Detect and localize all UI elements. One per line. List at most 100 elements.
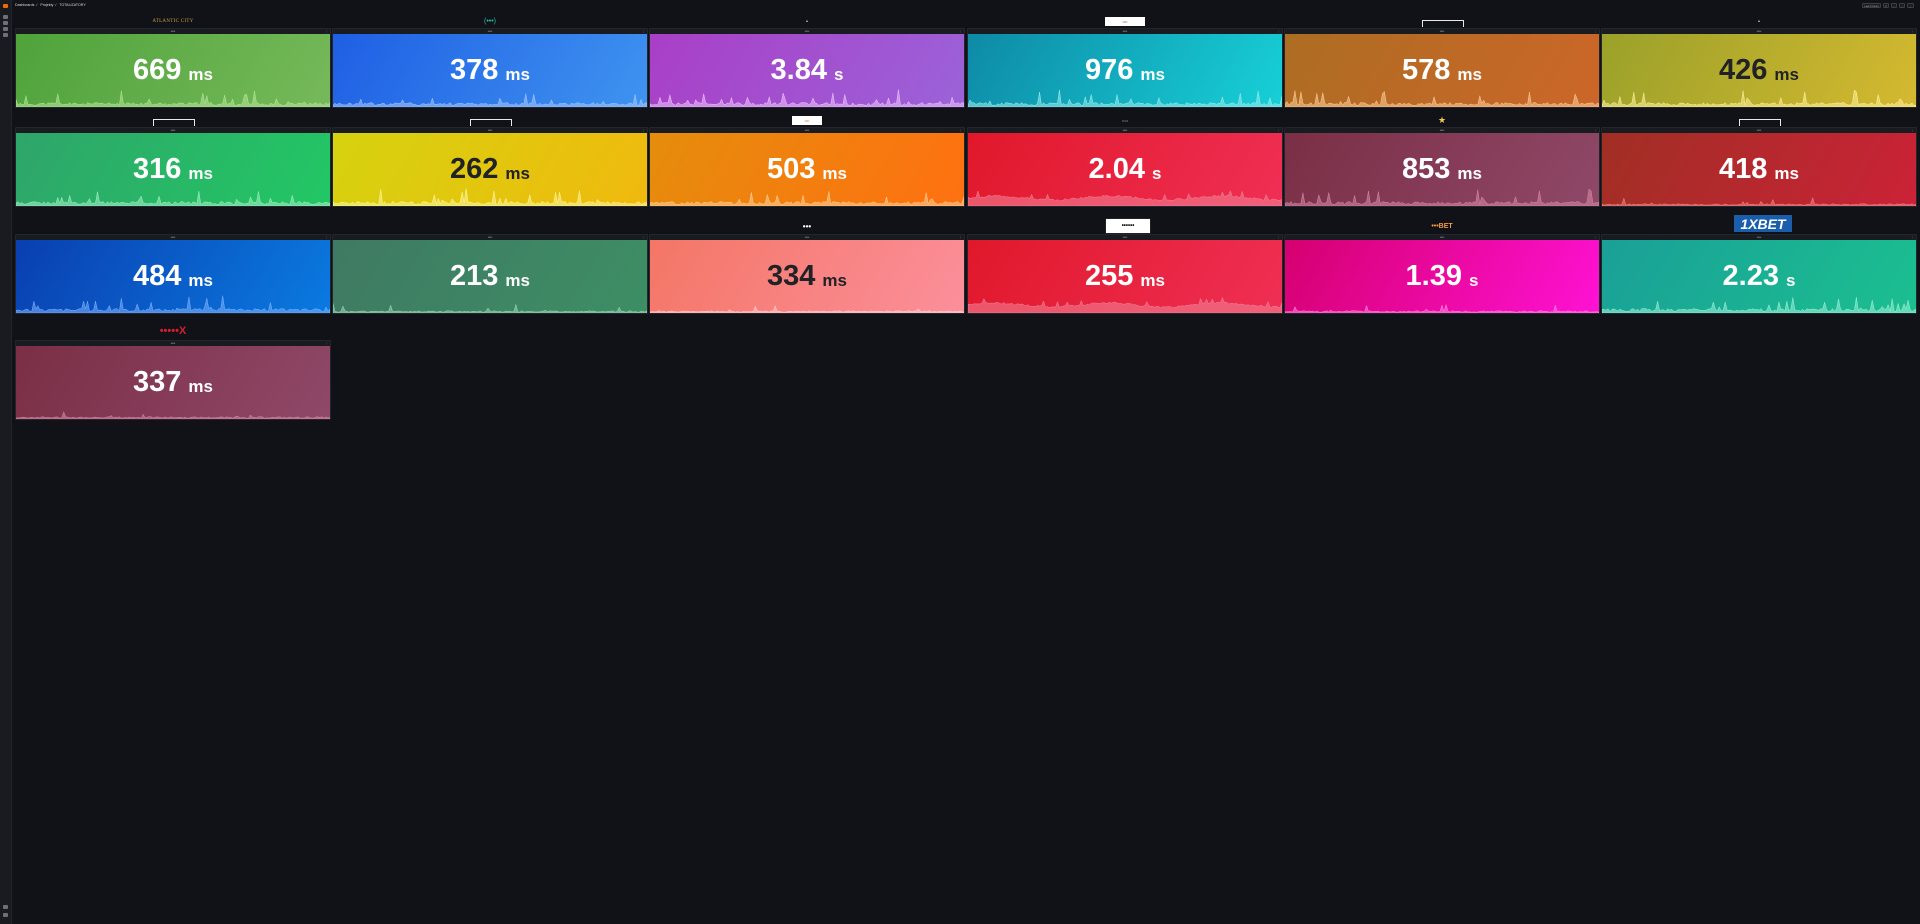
panel-menu-icon[interactable]: ⋮ (1594, 129, 1597, 132)
user-avatar[interactable] (3, 913, 8, 917)
stat-unit: ms (505, 270, 530, 290)
stat-value-group: 3.84 s (650, 34, 964, 107)
panel-menu-icon[interactable]: ⋮ (642, 129, 645, 132)
panel-body: 316 ms (16, 133, 330, 206)
panel-menu-icon[interactable]: ⋮ (325, 342, 328, 345)
brand-logo: ••••• (1121, 118, 1129, 123)
panel-menu-icon[interactable]: ⋮ (325, 30, 328, 33)
help-icon[interactable] (3, 905, 8, 909)
panel-menu-icon[interactable]: ⋮ (1594, 236, 1597, 239)
brand-logo (475, 223, 505, 232)
tv-mode-button[interactable]: ⬚ (1898, 3, 1906, 8)
brand-logo (1422, 20, 1464, 27)
stat-panel[interactable]: ••••• ⋮ 255 ms (967, 234, 1283, 314)
stat-panel[interactable]: ••••• ⋮ 503 ms (649, 127, 965, 207)
panel-menu-icon[interactable]: ⋮ (1594, 30, 1597, 33)
panel-menu-icon[interactable]: ⋮ (1277, 129, 1280, 132)
stat-panel[interactable]: ••••• ⋮ 2.04 s (967, 127, 1283, 207)
stat-unit: ms (822, 270, 847, 290)
brand-logo: ••• (802, 221, 812, 231)
stat-panel[interactable]: ••••• ⋮ 426 ms (1601, 28, 1917, 108)
dashboards-icon[interactable] (3, 27, 8, 31)
panel-menu-icon[interactable]: ⋮ (959, 129, 962, 132)
panel-menu-icon[interactable]: ⋮ (325, 236, 328, 239)
stat-value-group: 262 ms (333, 133, 647, 206)
brand-logo (470, 119, 512, 126)
stat-unit: s (833, 64, 844, 84)
panel-menu-icon[interactable]: ⋮ (1911, 30, 1914, 33)
starred-icon[interactable] (3, 21, 8, 25)
stat-unit: ms (505, 64, 530, 84)
stat-value: 255 (1085, 260, 1134, 292)
stat-value: 426 (1719, 54, 1768, 86)
brand-logo: •••• (1105, 17, 1145, 26)
stat-panel[interactable]: ••••• ⋮ 316 ms (15, 127, 331, 207)
panel-body: 2.04 s (968, 133, 1282, 206)
stat-value-group: 1.39 s (1285, 240, 1599, 313)
zoom-out-button[interactable]: − (1890, 3, 1897, 8)
panel-body: 1.39 s (1285, 240, 1599, 313)
panel-body: 2.23 s (1602, 240, 1916, 313)
panel-menu-icon[interactable]: ⋮ (1911, 129, 1914, 132)
panel-menu-icon[interactable]: ⋮ (325, 129, 328, 132)
stat-panel[interactable]: ••••• ⋮ 578 ms (1284, 28, 1600, 108)
breadcrumb-root[interactable]: Dashboards (15, 3, 34, 7)
stat-value-group: 503 ms (650, 133, 964, 206)
panel-body: 255 ms (968, 240, 1282, 313)
panel-body: 578 ms (1285, 34, 1599, 107)
stat-panel[interactable]: ••••• ⋮ 418 ms (1601, 127, 1917, 207)
panel-menu-icon[interactable]: ⋮ (959, 236, 962, 239)
panel-menu-icon[interactable]: ⋮ (642, 236, 645, 239)
stat-value-group: 484 ms (16, 240, 330, 313)
panel-menu-icon[interactable]: ⋮ (1277, 30, 1280, 33)
stat-unit: ms (1774, 64, 1799, 84)
panel-body: 418 ms (1602, 133, 1916, 206)
stat-value-group: 976 ms (968, 34, 1282, 107)
stat-value-group: 2.23 s (1602, 240, 1916, 313)
stat-value: 669 (133, 54, 182, 86)
explore-icon[interactable] (3, 33, 8, 37)
grafana-logo-icon[interactable] (3, 4, 8, 8)
brand-logo: •••••X (159, 325, 187, 337)
panel-menu-icon[interactable]: ⋮ (959, 30, 962, 33)
brand-logo: •••BET (1431, 222, 1453, 230)
stat-panel[interactable]: ••••• ⋮ 378 ms (332, 28, 648, 108)
stat-panel[interactable]: ••••• ⋮ 213 ms (332, 234, 648, 314)
panel-body: 378 ms (333, 34, 647, 107)
stat-value: 337 (133, 366, 182, 398)
stat-panel[interactable]: ••••• ⋮ 976 ms (967, 28, 1283, 108)
panel-body: 503 ms (650, 133, 964, 206)
panel-menu-icon[interactable]: ⋮ (1277, 236, 1280, 239)
stat-value-group: 2.04 s (968, 133, 1282, 206)
stat-value: 2.23 (1722, 260, 1779, 292)
stat-value: 262 (450, 153, 499, 185)
stat-value-group: 255 ms (968, 240, 1282, 313)
stat-value-group: 418 ms (1602, 133, 1916, 206)
breadcrumb-dashboard[interactable]: TOTALIZATORY (59, 3, 85, 7)
more-button[interactable]: ⋮ (1907, 3, 1914, 8)
stat-panel[interactable]: ••••• ⋮ 669 ms (15, 28, 331, 108)
stat-panel[interactable]: ••••• ⋮ 337 ms (15, 340, 331, 420)
stat-panel[interactable]: ••••• ⋮ 334 ms (649, 234, 965, 314)
stat-value-group: 213 ms (333, 240, 647, 313)
breadcrumb-folder[interactable]: Projekty (40, 3, 53, 7)
stat-panel[interactable]: ••••• ⋮ 262 ms (332, 127, 648, 207)
stat-unit: s (1785, 270, 1796, 290)
stat-value-group: 337 ms (16, 346, 330, 419)
time-picker[interactable]: Last 6 hours (1862, 3, 1881, 8)
search-icon[interactable] (3, 15, 8, 19)
stat-panel[interactable]: ••••• ⋮ 484 ms (15, 234, 331, 314)
brand-logo: • (806, 18, 808, 25)
brand-logo (158, 223, 188, 232)
panel-body: 262 ms (333, 133, 647, 206)
brand-logo: •••••• (1105, 218, 1151, 234)
stat-unit: ms (505, 163, 530, 183)
stat-panel[interactable]: ••••• ⋮ 853 ms (1284, 127, 1600, 207)
stat-panel[interactable]: ••••• ⋮ 2.23 s (1601, 234, 1917, 314)
stat-unit: ms (1140, 270, 1165, 290)
panel-menu-icon[interactable]: ⋮ (642, 30, 645, 33)
stat-panel[interactable]: ••••• ⋮ 3.84 s (649, 28, 965, 108)
panel-menu-icon[interactable]: ⋮ (1911, 236, 1914, 239)
refresh-button[interactable]: ↺ (1882, 3, 1889, 8)
stat-panel[interactable]: ••••• ⋮ 1.39 s (1284, 234, 1600, 314)
